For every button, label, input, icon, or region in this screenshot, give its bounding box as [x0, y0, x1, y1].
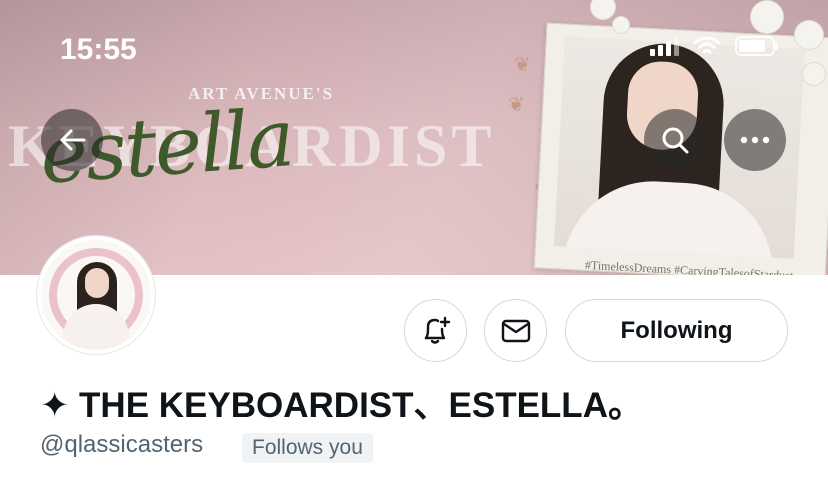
portrait-shoulders-shape [562, 176, 778, 259]
banner-hashtags: #TimelessDreams #CarvingTalesofStardust [584, 257, 794, 275]
cellular-signal-icon [650, 36, 679, 56]
profile-avatar[interactable] [37, 236, 155, 354]
envelope-icon [501, 319, 530, 342]
profile-handle: @qlassicasters [40, 431, 204, 458]
search-button[interactable] [644, 109, 706, 171]
flower-decoration [560, 0, 660, 140]
search-icon [662, 127, 689, 154]
butterfly-icon: ❦ [514, 54, 531, 76]
avatar-face-shape [85, 268, 109, 298]
back-button[interactable] [41, 109, 103, 171]
status-bar-icons [650, 36, 778, 56]
message-button[interactable] [484, 299, 547, 362]
profile-banner[interactable]: ART AVENUE'S KEYBOARDIST estella ❦ ❦ ❦ ❦… [0, 0, 828, 275]
status-bar-time: 15:55 [60, 33, 137, 66]
arrow-left-icon [60, 129, 86, 151]
avatar-photo [41, 240, 151, 350]
butterfly-icon: ❦ [508, 94, 525, 116]
follows-you-badge: Follows you [242, 433, 373, 463]
profile-display-name: ✦ THE KEYBOARDIST、ESTELLA。 [40, 386, 643, 425]
battery-icon [735, 36, 778, 56]
notifications-button[interactable] [404, 299, 467, 362]
more-options-button[interactable] [724, 109, 786, 171]
wifi-icon [693, 36, 721, 54]
bell-plus-icon [424, 316, 450, 344]
following-button[interactable]: Following [565, 299, 788, 362]
more-horizontal-icon [740, 136, 770, 144]
